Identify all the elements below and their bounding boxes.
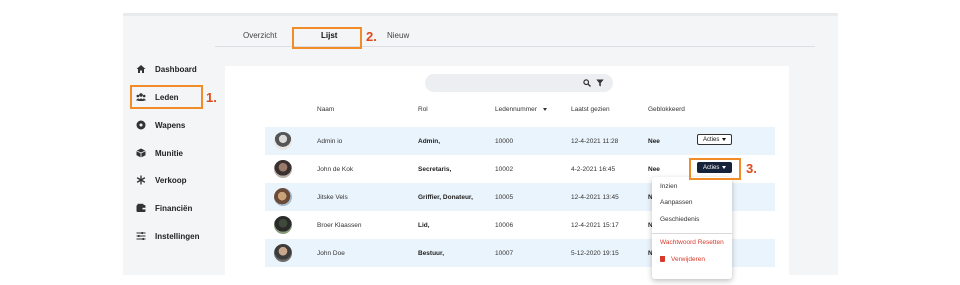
box-icon: [135, 147, 147, 159]
column-header-geblokkeerd[interactable]: Geblokkeerd: [648, 106, 685, 113]
member-number: 10000: [495, 138, 514, 145]
member-last-seen: 4-2-2021 16:45: [571, 166, 616, 173]
menu-item-wachtwoord-resetten[interactable]: Wachtwoord Resetten: [660, 239, 724, 246]
menu-divider: [652, 233, 732, 234]
sidebar-item-munitie[interactable]: Munitie: [135, 144, 183, 162]
column-header-ledennummer[interactable]: Ledennummer: [495, 106, 547, 113]
member-role: Secretaris,: [418, 166, 452, 173]
trash-icon: [660, 256, 665, 262]
sidebar-item-dashboard[interactable]: Dashboard: [135, 60, 197, 78]
search-input[interactable]: [425, 74, 613, 92]
actions-dropdown-menu: Inzien Aanpassen Geschiedenis Wachtwoord…: [652, 177, 732, 279]
member-name: John Doe: [317, 250, 345, 257]
menu-item-geschiedenis[interactable]: Geschiedenis: [660, 216, 699, 223]
member-number: 10005: [495, 194, 514, 201]
annotation-box-leden: [130, 85, 203, 109]
member-last-seen: 12-4-2021 15:17: [571, 222, 619, 229]
member-number: 10002: [495, 166, 514, 173]
sidebar-item-verkoop[interactable]: Verkoop: [135, 171, 187, 189]
filter-icon[interactable]: [596, 79, 604, 87]
member-blocked: Nee: [648, 138, 660, 145]
menu-item-inzien[interactable]: Inzien: [660, 183, 677, 190]
avatar: [274, 244, 292, 262]
home-icon: [135, 63, 147, 75]
avatar: [274, 188, 292, 206]
sort-caret-icon: [542, 107, 547, 111]
member-name: Admin io: [317, 138, 343, 145]
actions-label: Acties: [703, 136, 720, 143]
member-name: Broer Klaassen: [317, 222, 362, 229]
avatar: [274, 216, 292, 234]
annotation-box-lijst: [292, 27, 362, 49]
member-last-seen: 12-4-2021 13:45: [571, 194, 619, 201]
member-name: Jitske Vels: [317, 194, 348, 201]
annotation-box-acties: [689, 158, 741, 180]
member-role: Bestuur,: [418, 250, 445, 257]
caret-down-icon: [722, 138, 727, 141]
sidebar-item-label: Verkoop: [155, 175, 187, 185]
sidebar: Dashboard Leden Wapens Munitie Verkoop F…: [123, 13, 215, 275]
annotation-label-1: 1.: [206, 90, 217, 105]
member-name: John de Kok: [317, 166, 354, 173]
menu-item-aanpassen[interactable]: Aanpassen: [660, 199, 693, 206]
sidebar-item-label: Munitie: [155, 148, 183, 158]
annotation-label-3: 3.: [746, 161, 757, 176]
member-number: 10006: [495, 222, 514, 229]
column-header-label: Ledennummer: [495, 106, 537, 113]
sidebar-item-label: Wapens: [155, 120, 186, 130]
avatar: [274, 132, 292, 150]
target-icon: [135, 119, 147, 131]
member-blocked: Nee: [648, 166, 660, 173]
column-header-rol[interactable]: Rol: [418, 106, 428, 113]
table-row[interactable]: Admin io Admin, 10000 12-4-2021 11:28 Ne…: [265, 127, 775, 155]
sliders-icon: [135, 230, 147, 242]
sidebar-item-label: Financiën: [155, 203, 193, 213]
menu-item-label: Verwijderen: [671, 256, 705, 263]
column-header-naam[interactable]: Naam: [317, 106, 334, 113]
actions-button[interactable]: Acties: [697, 134, 733, 145]
avatar: [274, 160, 292, 178]
wallet-icon: [135, 202, 147, 214]
sidebar-item-label: Instellingen: [155, 231, 200, 241]
member-role: Griffier, Donateur,: [418, 194, 473, 201]
sidebar-item-wapens[interactable]: Wapens: [135, 116, 185, 134]
asterisk-icon: [135, 174, 147, 186]
column-header-laatst-gezien[interactable]: Laatst gezien: [571, 106, 610, 113]
member-last-seen: 5-12-2020 19:15: [571, 250, 619, 257]
sidebar-item-financien[interactable]: Financiën: [135, 199, 192, 217]
annotation-label-2: 2.: [366, 29, 377, 44]
sidebar-item-instellingen[interactable]: Instellingen: [135, 227, 199, 245]
sidebar-item-label: Dashboard: [155, 64, 197, 74]
member-role: Admin,: [418, 138, 441, 145]
menu-item-verwijderen[interactable]: Verwijderen: [660, 256, 705, 263]
member-number: 10007: [495, 250, 514, 257]
search-icon[interactable]: [583, 79, 591, 87]
member-last-seen: 12-4-2021 11:28: [571, 138, 619, 145]
tab-nieuw[interactable]: Nieuw: [387, 31, 409, 40]
tab-overzicht[interactable]: Overzicht: [243, 31, 277, 40]
member-role: Lid,: [418, 222, 430, 229]
